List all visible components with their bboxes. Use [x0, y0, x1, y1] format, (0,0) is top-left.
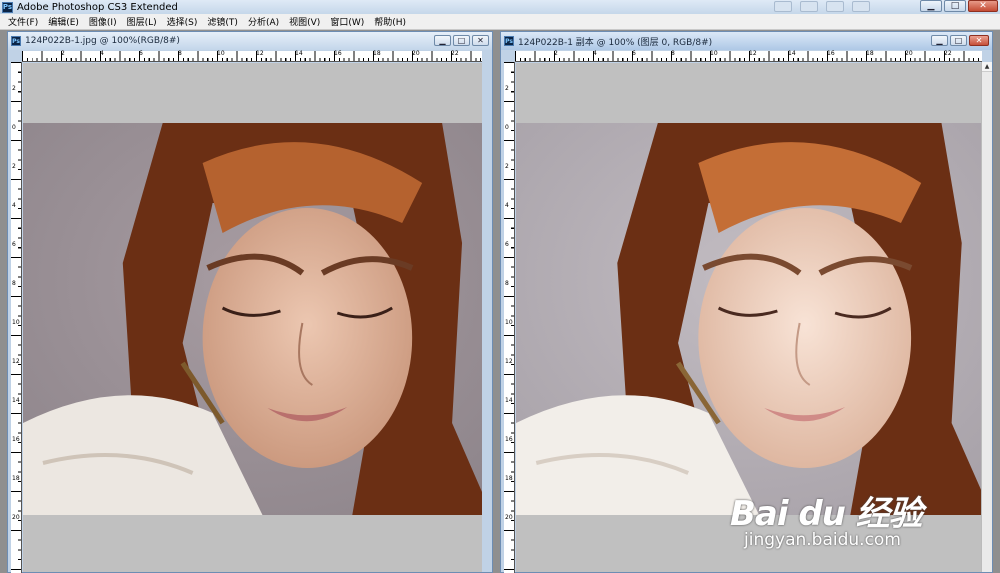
- ruler-label: 14: [295, 50, 303, 57]
- portrait-photo-softened[interactable]: [516, 123, 982, 515]
- document-title: 124P022B-1 副本 @ 100% (图层 0, RGB/8#): [518, 37, 713, 48]
- document-icon: Ps: [11, 36, 21, 46]
- ruler-label: 4: [100, 50, 104, 57]
- ruler-label: 2: [505, 85, 509, 92]
- ruler-label: 6: [505, 241, 509, 248]
- menu-bar: 文件(F) 编辑(E) 图像(I) 图层(L) 选择(S) 滤镜(T) 分析(A…: [0, 14, 1000, 30]
- ruler-label: 2: [12, 85, 16, 92]
- ruler-label: 0: [505, 124, 509, 131]
- taskbar-ghost-button: [826, 1, 844, 12]
- doc-maximize-button[interactable]: □: [950, 35, 967, 46]
- vertical-ruler[interactable]: 2 0 2 4 6 8 10 12 14 16 18 20: [504, 62, 515, 573]
- ruler-label: 8: [12, 280, 16, 287]
- doc-close-button[interactable]: ✕: [472, 35, 489, 46]
- minimize-button[interactable]: ▁: [920, 0, 942, 12]
- ruler-label: 2: [554, 50, 558, 57]
- document-title: 124P022B-1.jpg @ 100%(RGB/8#): [25, 36, 180, 46]
- ruler-label: 22: [944, 50, 952, 57]
- ruler-label: 4: [593, 50, 597, 57]
- doc-maximize-button[interactable]: □: [453, 35, 470, 46]
- ruler-label: 16: [12, 436, 20, 443]
- scroll-up-arrow-icon[interactable]: ▲: [982, 62, 992, 72]
- ruler-label: 10: [505, 319, 513, 326]
- ruler-label: 18: [373, 50, 381, 57]
- menu-select[interactable]: 选择(S): [162, 15, 203, 28]
- ruler-label: 12: [256, 50, 264, 57]
- ruler-label: 10: [12, 319, 20, 326]
- doc-minimize-button[interactable]: ▁: [931, 35, 948, 46]
- ruler-label: 0: [12, 124, 16, 131]
- maximize-button[interactable]: □: [944, 0, 966, 12]
- portrait-photo-original[interactable]: [23, 123, 482, 515]
- portrait-image: [23, 123, 482, 515]
- ruler-label: 18: [12, 475, 20, 482]
- watermark-url: jingyan.baidu.com: [744, 530, 901, 550]
- ruler-label: 12: [505, 358, 513, 365]
- app-title-bar: Ps Adobe Photoshop CS3 Extended ▁ □ ✕: [0, 0, 1000, 14]
- ruler-label: 12: [749, 50, 757, 57]
- ruler-label: 2: [61, 50, 65, 57]
- close-button[interactable]: ✕: [968, 0, 998, 12]
- menu-view[interactable]: 视图(V): [284, 15, 325, 28]
- ruler-label: 16: [505, 436, 513, 443]
- baidu-watermark: Bai du 经验 jingyan.baidu.com: [730, 486, 930, 556]
- ruler-label: 14: [505, 397, 513, 404]
- ruler-label: 18: [505, 475, 513, 482]
- ruler-label: 20: [12, 514, 20, 521]
- ruler-label: 8: [178, 50, 182, 57]
- menu-window[interactable]: 窗口(W): [325, 15, 369, 28]
- ruler-label: 14: [788, 50, 796, 57]
- ruler-label: 8: [505, 280, 509, 287]
- canvas-area[interactable]: [23, 63, 482, 572]
- horizontal-ruler[interactable]: 2 4 6 8 10 12 14 16 18 20 22: [22, 51, 482, 62]
- ruler-label: 16: [334, 50, 342, 57]
- document-window-original[interactable]: Ps 124P022B-1.jpg @ 100%(RGB/8#) ▁ □ ✕ 2…: [7, 31, 493, 573]
- photoshop-logo-icon: Ps: [2, 1, 13, 13]
- doc-close-button[interactable]: ✕: [969, 35, 989, 46]
- ruler-label: 2: [505, 163, 509, 170]
- ruler-label: 22: [451, 50, 459, 57]
- baidu-jingyan-logo: Bai du 经验: [730, 494, 923, 534]
- vertical-ruler[interactable]: 2 0 2 4 6 8 10 12 14 16 18 20: [11, 62, 22, 573]
- ruler-label: 18: [866, 50, 874, 57]
- ruler-label: 10: [710, 50, 718, 57]
- document-title-bar[interactable]: Ps 124P022B-1.jpg @ 100%(RGB/8#) ▁ □ ✕: [8, 32, 492, 50]
- document-window-controls: ▁ □ ✕: [434, 35, 489, 46]
- app-title: Adobe Photoshop CS3 Extended: [17, 1, 178, 13]
- menu-analysis[interactable]: 分析(A): [243, 15, 284, 28]
- ruler-label: 14: [12, 397, 20, 404]
- document-window-controls: ▁ □ ✕: [931, 35, 989, 46]
- ruler-label: 10: [217, 50, 225, 57]
- canvas-area[interactable]: Bai du 经验 jingyan.baidu.com: [516, 63, 982, 572]
- app-window-controls: ▁ □ ✕: [920, 0, 998, 12]
- document-title-bar[interactable]: Ps 124P022B-1 副本 @ 100% (图层 0, RGB/8#) ▁…: [501, 32, 992, 50]
- ruler-label: 4: [12, 202, 16, 209]
- menu-layer[interactable]: 图层(L): [122, 15, 162, 28]
- portrait-image: [516, 123, 982, 515]
- vertical-scrollbar[interactable]: ▲: [981, 62, 992, 572]
- document-window-copy[interactable]: Ps 124P022B-1 副本 @ 100% (图层 0, RGB/8#) ▁…: [500, 31, 993, 573]
- ruler-label: 20: [412, 50, 420, 57]
- ruler-label: 2: [12, 163, 16, 170]
- ruler-label: 6: [12, 241, 16, 248]
- taskbar-ghost-button: [852, 1, 870, 12]
- ruler-label: 20: [505, 514, 513, 521]
- ruler-label: 20: [905, 50, 913, 57]
- ruler-label: 12: [12, 358, 20, 365]
- menu-filter[interactable]: 滤镜(T): [202, 15, 243, 28]
- document-icon: Ps: [504, 36, 514, 46]
- horizontal-ruler[interactable]: 2 4 6 8 10 12 14 16 18 20 22: [515, 51, 982, 62]
- ruler-label: 16: [827, 50, 835, 57]
- menu-file[interactable]: 文件(F): [3, 15, 43, 28]
- doc-minimize-button[interactable]: ▁: [434, 35, 451, 46]
- taskbar-ghost-button: [774, 1, 792, 12]
- ruler-label: 6: [632, 50, 636, 57]
- taskbar-ghost-button: [800, 1, 818, 12]
- menu-edit[interactable]: 编辑(E): [43, 15, 84, 28]
- menu-help[interactable]: 帮助(H): [369, 15, 411, 28]
- ruler-label: 6: [139, 50, 143, 57]
- menu-image[interactable]: 图像(I): [84, 15, 122, 28]
- ruler-label: 4: [505, 202, 509, 209]
- ruler-label: 8: [671, 50, 675, 57]
